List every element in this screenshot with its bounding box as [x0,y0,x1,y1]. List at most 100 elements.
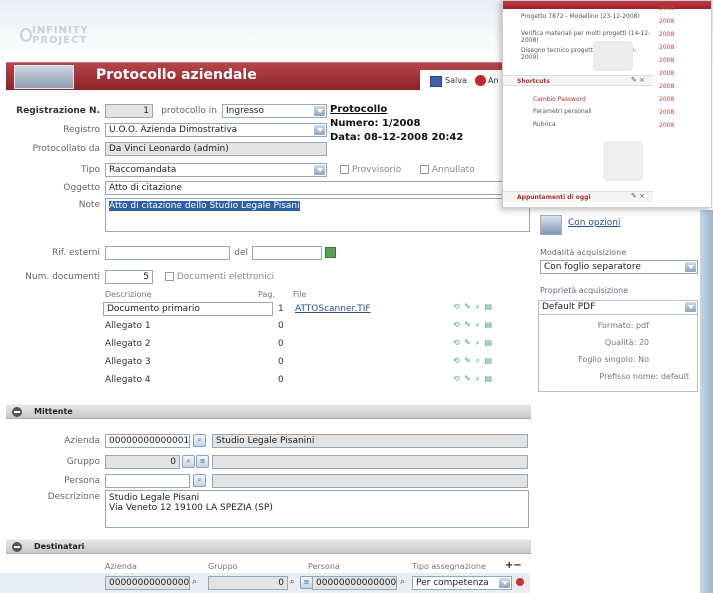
list-item[interactable]: 2008 [659,70,711,80]
protocol-title: Protocollo [330,104,388,115]
azienda-name-field: Studio Legale Pisanini [212,434,528,448]
table-row[interactable]: Documento primario [103,302,273,316]
dest-tipo-value: Per competenza [416,578,489,588]
calendar-icon[interactable] [325,247,336,258]
remove-row-icon[interactable] [516,578,524,586]
list-item[interactable]: 2008 [659,57,711,67]
popup-item[interactable]: Progetto 7872 - Modellino (23-12-2008) [521,13,651,20]
azienda-code-input[interactable]: 000000000000019 [105,434,190,448]
gruppo-input[interactable]: 0 [105,455,180,469]
add-remove-icons[interactable]: +− [505,560,522,571]
provvisorio-checkbox[interactable] [340,165,349,174]
list-item[interactable]: 2008 [659,109,711,119]
col-header-pag: Pag. [258,290,275,299]
collapse-icon[interactable] [12,542,22,552]
table-row: Allegato 3 [105,357,151,367]
oggetto-label: Oggetto [63,183,100,193]
annullato-checkbox[interactable] [420,165,429,174]
chevron-down-icon [685,262,696,272]
num-documenti-input[interactable]: 5 [105,270,153,284]
annullato-option[interactable]: Annullato [420,165,475,175]
search-icon[interactable]: ⌕ [400,577,405,587]
row-actions-icons[interactable]: ⟲ ✎ ⌕ ▤ [453,356,493,366]
dest-azienda-field[interactable]: 000000000000001 [105,576,190,590]
search-icon[interactable]: ⌕ [193,434,206,447]
col-header-tipo-assegnazione: Tipo assegnazione [412,562,486,571]
persona-input[interactable] [105,474,190,488]
search-icon[interactable]: ⌕ [182,455,195,468]
doc-elettronici-option[interactable]: Documenti elettronici [165,272,274,282]
doc-elettronici-checkbox[interactable] [165,272,174,281]
tipo-select[interactable]: Raccomandata [105,163,327,177]
proprieta-value: Default PDF [542,302,596,312]
descrizione-textarea[interactable]: Studio Legale Pisani Via Veneto 12 19100… [105,490,529,528]
persona-name-field [212,474,528,488]
chevron-down-icon [314,165,325,175]
col-header-file: File [293,290,307,299]
list-item[interactable]: 2008 [659,44,711,54]
list-item[interactable]: 2008 [659,18,711,28]
note-text: Atto di citazione dello Studio Legale Pi… [109,201,300,211]
floppy-icon [430,76,442,87]
app-logo: INFINITY PROJECT [32,26,89,46]
protocollato-label: Protocollato da [32,144,100,154]
dest-persona-field[interactable]: 000000000000002 [312,576,397,590]
list-item[interactable]: 2008 [659,5,711,15]
formato-text: Formato: pdf [597,321,649,330]
search-icon[interactable]: ⌕ [290,577,295,587]
save-button[interactable]: Salva [445,76,467,85]
rif-esterni-input[interactable] [105,246,230,260]
list-item[interactable]: 2008 [659,122,711,132]
document-watermark-icon [593,41,633,71]
row-actions-icons[interactable]: ⟲ ✎ ⌕ ▤ [453,338,493,348]
logo-icon [20,28,32,42]
provvisorio-option[interactable]: Provvisorio [340,165,401,175]
note-textarea[interactable]: Atto di citazione dello Studio Legale Pi… [105,198,530,232]
shortcut-item[interactable]: Parametri personali [533,108,592,115]
protocol-summary: Protocollo Numero: 1/2008 Data: 08-12-20… [330,104,480,158]
appointments-title: Appuntamenti di oggi [517,194,591,201]
destinatari-section-header[interactable]: Destinatari [6,539,531,554]
row-actions-icons[interactable]: ⟲ ✎ ⌕ ▤ [453,374,493,384]
registro-select[interactable]: U.O.O. Azienda Dimostrativa [105,123,327,137]
group-list-icon[interactable]: ≡ [196,455,209,468]
file-link[interactable]: ATTOScanner.TIF [295,304,371,314]
row-pag: 0 [278,357,284,367]
protocol-direction-select[interactable]: Ingresso [222,104,327,118]
dest-tipo-select[interactable]: Per competenza [412,576,512,590]
cancel-button[interactable]: An [488,76,499,85]
del-date-input[interactable] [252,246,322,260]
side-list: 2008 2008 2008 2008 2008 2008 2008 2008 … [659,5,711,135]
list-item[interactable]: 2008 [659,31,711,41]
proprieta-select[interactable]: Default PDF [539,301,697,315]
close-icon[interactable]: ✎ × [631,76,645,84]
search-icon[interactable]: ⌕ [193,474,206,487]
shortcut-item[interactable]: Rubrica [533,121,556,128]
modalita-value: Con foglio separatore [544,262,641,272]
registro-label: Registro [63,125,100,135]
gruppo-label: Gruppo [66,457,100,467]
dest-gruppo-field[interactable]: 0 [208,576,288,590]
right-edge-panel [700,210,713,593]
modalita-select[interactable]: Con foglio separatore [540,260,698,274]
row-actions-icons[interactable]: ⟲ ✎ ⌕ ▤ [453,320,493,330]
list-item[interactable]: 2008 [659,83,711,93]
scanner-icon [540,215,562,235]
shortcut-item[interactable]: Cambio Password [533,96,586,103]
mittente-title: Mittente [34,407,73,416]
note-label: Note [78,200,100,210]
collapse-icon[interactable] [12,407,22,417]
list-item[interactable]: 2008 [659,96,711,106]
close-icon[interactable]: ✎ × [631,192,645,200]
shortcuts-header: Shortcuts ✎ × [503,75,653,86]
protocol-direction-value: Ingresso [226,106,264,116]
search-icon[interactable]: ⌕ [192,577,197,587]
mittente-section-header[interactable]: Mittente [6,404,531,419]
table-row: Allegato 4 [105,375,151,385]
row-actions-icons[interactable]: ⟲ ✎ ⌕ ▤ [453,302,493,312]
col-header-descrizione: Descrizione [105,290,152,299]
oggetto-input[interactable]: Atto di citazione [105,181,530,195]
con-opzioni-link[interactable]: Con opzioni [568,218,621,228]
descrizione-line2: Via Veneto 12 19100 LA SPEZIA (SP) [109,503,273,513]
registro-value: U.O.O. Azienda Dimostrativa [109,125,238,135]
